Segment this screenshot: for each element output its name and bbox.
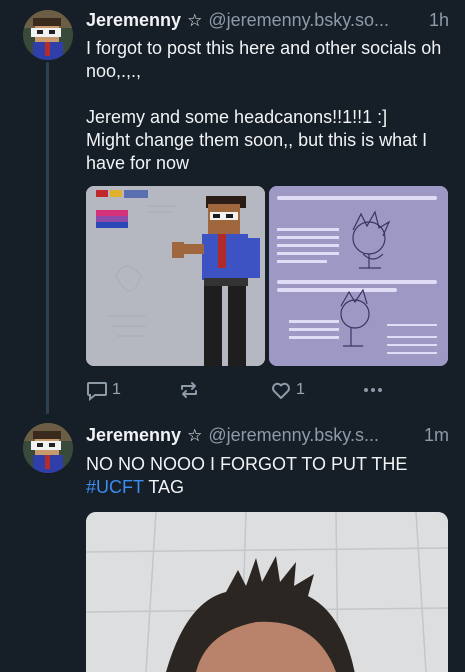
post-header: Jeremenny ☆ @jeremenny.bsky.so... 1h <box>86 10 449 34</box>
reply-count: 1 <box>112 381 121 398</box>
author-display-name[interactable]: Jeremenny <box>86 425 181 446</box>
repost-icon <box>178 379 200 401</box>
hashtag-link[interactable]: #UCFT <box>86 477 144 497</box>
reply-icon <box>86 379 108 401</box>
post-text-start: NO NO NOOO I FORGOT TO PUT THE <box>86 454 408 474</box>
star-icon: ☆ <box>187 426 203 445</box>
post-timestamp[interactable]: 1h <box>421 10 449 31</box>
image-gallery <box>86 186 448 366</box>
post-actions: 1 1 <box>86 378 386 402</box>
reply-button[interactable]: 1 <box>86 379 121 401</box>
more-options-button[interactable] <box>362 379 384 401</box>
more-icon <box>362 379 384 401</box>
post-text-end: TAG <box>143 477 185 497</box>
headcanon-notes-image[interactable] <box>269 186 448 366</box>
post-text: NO NO NOOO I FORGOT TO PUT THE #UCFT TAG <box>86 453 445 499</box>
star-icon: ☆ <box>187 11 203 30</box>
selfie-photo-image[interactable] <box>86 512 448 672</box>
like-button[interactable]: 1 <box>270 379 305 401</box>
repost-button[interactable] <box>178 379 204 401</box>
avatar[interactable] <box>23 423 73 473</box>
author-handle[interactable]: @jeremenny.bsky.s... <box>208 425 379 446</box>
post[interactable]: Jeremenny ☆ @jeremenny.bsky.so... 1h I f… <box>0 0 465 420</box>
post-timestamp[interactable]: 1m <box>416 425 449 446</box>
author-handle[interactable]: @jeremenny.bsky.so... <box>208 10 389 31</box>
author-display-name[interactable]: Jeremenny <box>86 10 181 31</box>
like-count: 1 <box>296 381 305 398</box>
post-text: I forgot to post this here and other soc… <box>86 38 442 173</box>
character-drawing-image[interactable] <box>86 186 265 366</box>
heart-icon <box>270 379 292 401</box>
post[interactable]: Jeremenny ☆ @jeremenny.bsky.s... 1m NO N… <box>0 420 465 672</box>
avatar[interactable] <box>23 10 73 60</box>
post-header: Jeremenny ☆ @jeremenny.bsky.s... 1m <box>86 425 449 449</box>
